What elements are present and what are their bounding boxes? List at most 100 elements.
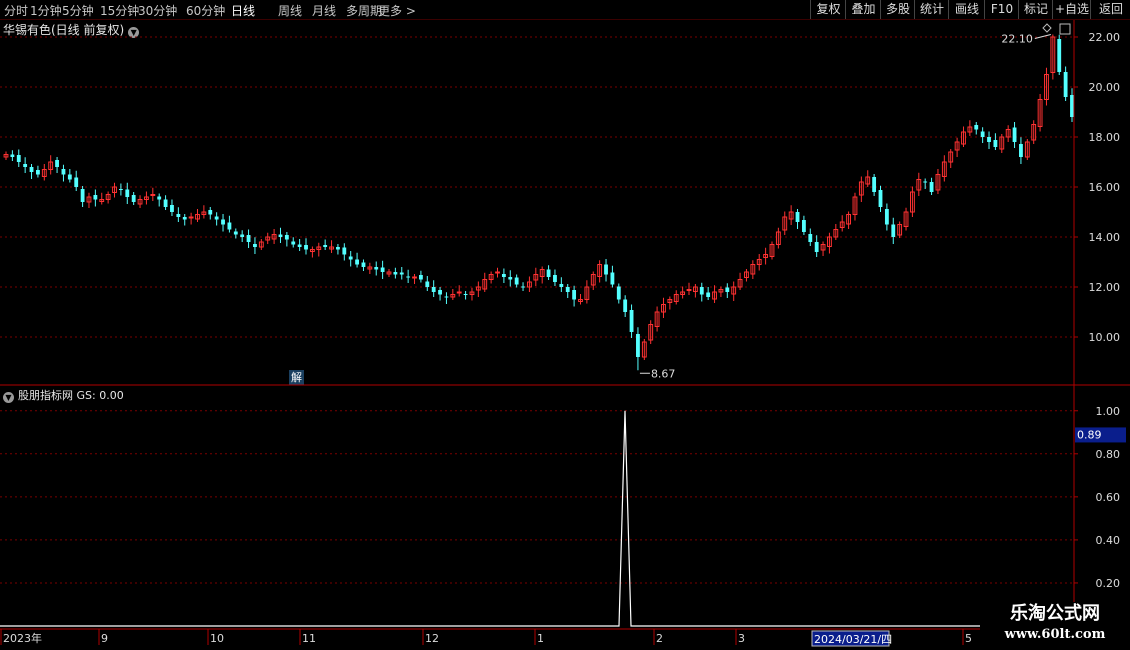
candle-body-up	[756, 259, 762, 265]
period-tab-5[interactable]: 60分钟	[186, 2, 225, 19]
candle-body-down	[278, 234, 283, 237]
price-tick-label: 14.00	[1089, 231, 1121, 244]
period-tab-1[interactable]: 1分钟	[30, 2, 62, 19]
candle-body-up	[935, 174, 941, 191]
candle-body-up	[910, 191, 915, 213]
toolbar-button-3[interactable]: 统计	[914, 0, 949, 19]
candle-body-down	[438, 290, 442, 295]
toolbar-button-5[interactable]: F10	[984, 0, 1019, 19]
panel-toggle-icon	[1059, 23, 1071, 35]
indicator-title[interactable]: ▼ 股朋指标网 GS: 0.00	[3, 387, 124, 403]
candle-body-down	[808, 234, 813, 242]
candle-body-down	[16, 155, 21, 162]
toolbar-button-4[interactable]: 画线	[948, 0, 985, 19]
candle-body-down	[444, 296, 449, 298]
candle-body-up	[258, 241, 264, 248]
period-tab-7[interactable]: 周线	[278, 2, 302, 19]
candle-body-up	[692, 286, 698, 292]
candle-body-up	[99, 199, 105, 202]
period-tab-3[interactable]: 15分钟	[100, 2, 139, 19]
candle-body-down	[131, 195, 136, 202]
period-tab-2[interactable]: 5分钟	[62, 2, 94, 19]
candle-body-up	[673, 294, 679, 302]
candle-body-up	[744, 271, 749, 278]
toolbar-button-2[interactable]: 多股	[880, 0, 915, 19]
candle-body-up	[712, 291, 717, 300]
candle-body-down	[872, 177, 877, 192]
candle-body-up	[1044, 74, 1049, 100]
candle-body-down	[514, 277, 519, 285]
candle-body-down	[559, 284, 564, 287]
candle-body-down	[93, 195, 98, 200]
kline-chart: 22.00 20.00 18.00 16.00 14.00 12.00 10.00 1.00 0…	[0, 20, 1130, 647]
candle-body-down	[284, 235, 289, 240]
period-tab-0[interactable]: 分时	[4, 2, 28, 19]
candle-body-down	[208, 210, 213, 215]
toolbar-button-6[interactable]: 标记	[1018, 0, 1053, 19]
candle-body-up	[686, 289, 692, 291]
date-label: 2	[656, 632, 663, 645]
candle-body-down	[629, 310, 634, 332]
price-tick-label: 18.00	[1089, 131, 1121, 144]
unlock-badge[interactable]: 解	[289, 370, 304, 385]
candle-body-up	[852, 196, 858, 215]
candle-body-down	[604, 264, 608, 275]
candle-body-down	[23, 164, 28, 167]
candle-body-up	[1024, 141, 1030, 158]
candle-body-up	[820, 244, 826, 251]
candle-body-up	[916, 179, 922, 191]
period-tab-4[interactable]: 30分钟	[138, 2, 177, 19]
toolbar-button-8[interactable]: 返回	[1090, 0, 1130, 19]
candle-body-up	[654, 311, 660, 327]
date-label: 10	[210, 632, 224, 645]
high-marker-arrow	[1034, 34, 1051, 39]
candle-body-up	[680, 291, 686, 295]
price-tick-label: 20.00	[1089, 81, 1121, 94]
candle-body-down	[706, 292, 711, 297]
indicator-line	[0, 410, 980, 627]
main-chart-title[interactable]: 华锡有色(日线 前复权) ▼	[3, 21, 140, 38]
candle-body-up	[961, 131, 966, 145]
diamond-icon	[1042, 23, 1052, 33]
candle-body-up	[112, 186, 117, 193]
candle-body-up	[750, 264, 756, 275]
candle-body-up	[533, 274, 539, 281]
toolbar-button-7[interactable]: +自选	[1052, 0, 1091, 19]
candle-body-down	[323, 245, 328, 247]
candle-body-down	[980, 131, 985, 137]
candle-body-up	[86, 196, 92, 203]
candle-body-up	[469, 291, 475, 295]
candle-body-up	[309, 249, 315, 252]
candle-body-down	[291, 241, 296, 245]
period-tab-10[interactable]: 更多 >	[378, 2, 416, 19]
candle-body-down	[801, 220, 806, 232]
candle-body-up	[475, 286, 481, 291]
candle-body-up	[954, 141, 960, 151]
candle-body-down	[10, 154, 15, 157]
candle-body-down	[636, 334, 640, 357]
candle-body-down	[55, 160, 59, 167]
candle-body-down	[336, 247, 340, 250]
candle-body-up	[265, 236, 271, 241]
chevron-down-icon[interactable]: ▼	[3, 392, 14, 403]
candle-body-up	[329, 246, 334, 250]
candle-body-up	[3, 154, 9, 158]
candle-body-down	[221, 219, 225, 225]
toolbar-button-0[interactable]: 复权	[810, 0, 846, 19]
indicator-tick-label: 1.00	[1096, 405, 1121, 418]
low-price-label: 8.67	[651, 367, 676, 380]
toolbar-button-1[interactable]: 叠加	[845, 0, 881, 19]
indicator-current-value: 0.89	[1077, 428, 1102, 441]
candle-body-up	[316, 246, 322, 250]
period-tab-6[interactable]: 日线	[231, 2, 255, 19]
candle-body-down	[418, 275, 423, 280]
chevron-down-icon[interactable]: ▼	[128, 27, 140, 38]
indicator-title-text: 股朋指标网 GS: 0.00	[18, 389, 124, 402]
candle-body-up	[450, 294, 456, 298]
high-price-label: 22.10	[1001, 33, 1033, 46]
candle-body-up	[201, 211, 207, 215]
candle-body-down	[182, 217, 187, 220]
period-tab-9[interactable]: 多周期	[346, 2, 382, 19]
period-tab-8[interactable]: 月线	[312, 2, 336, 19]
candle-body-down	[380, 267, 385, 272]
